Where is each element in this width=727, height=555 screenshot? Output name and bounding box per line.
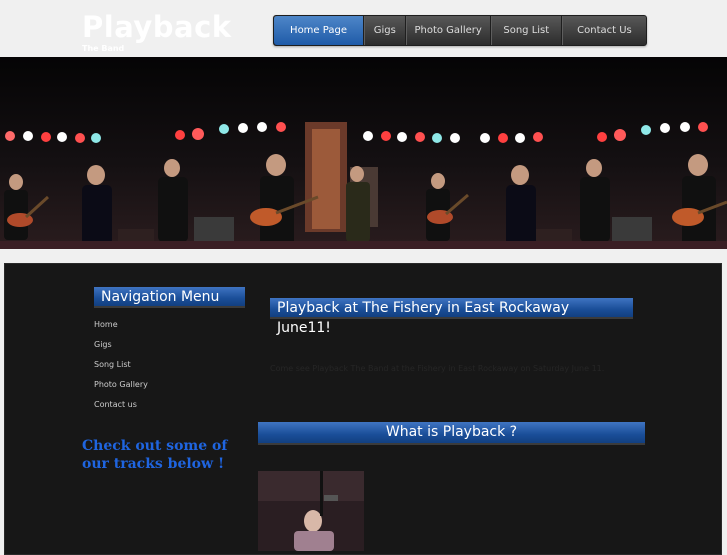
sidebar-link-gigs[interactable]: Gigs bbox=[94, 340, 112, 349]
band-photo bbox=[0, 57, 727, 249]
top-nav: Home Page Gigs Photo Gallery Song List C… bbox=[273, 15, 647, 46]
what-is-playback-heading: What is Playback ? bbox=[258, 422, 645, 445]
navigation-menu-heading: Navigation Menu bbox=[94, 287, 245, 308]
sidebar-link-photo-gallery[interactable]: Photo Gallery bbox=[94, 380, 148, 389]
nav-photo-gallery[interactable]: Photo Gallery bbox=[405, 16, 491, 45]
sidebar-link-contact-us[interactable]: Contact us bbox=[94, 400, 137, 409]
nav-contact-us[interactable]: Contact Us bbox=[561, 16, 646, 45]
band-banner-image bbox=[0, 57, 727, 249]
band-member-photo bbox=[258, 471, 364, 551]
nav-song-list[interactable]: Song List bbox=[490, 16, 562, 45]
nav-gigs[interactable]: Gigs bbox=[364, 16, 406, 45]
post-title[interactable]: Playback at The Fishery in East Rockaway bbox=[270, 298, 633, 319]
tracks-promo-text: Check out some of our tracks below ! bbox=[82, 438, 228, 472]
main-content: Navigation Menu Home Gigs Song List Phot… bbox=[4, 263, 722, 555]
sidebar-link-song-list[interactable]: Song List bbox=[94, 360, 131, 369]
post-body: Come see Playback The Band at the Fisher… bbox=[270, 364, 605, 373]
site-tagline: The Band bbox=[82, 44, 125, 53]
site-logo[interactable]: Playback bbox=[82, 10, 232, 44]
sidebar-link-home[interactable]: Home bbox=[94, 320, 118, 329]
nav-home-page[interactable]: Home Page bbox=[274, 16, 365, 45]
post-title-continued: June11! bbox=[277, 320, 331, 336]
